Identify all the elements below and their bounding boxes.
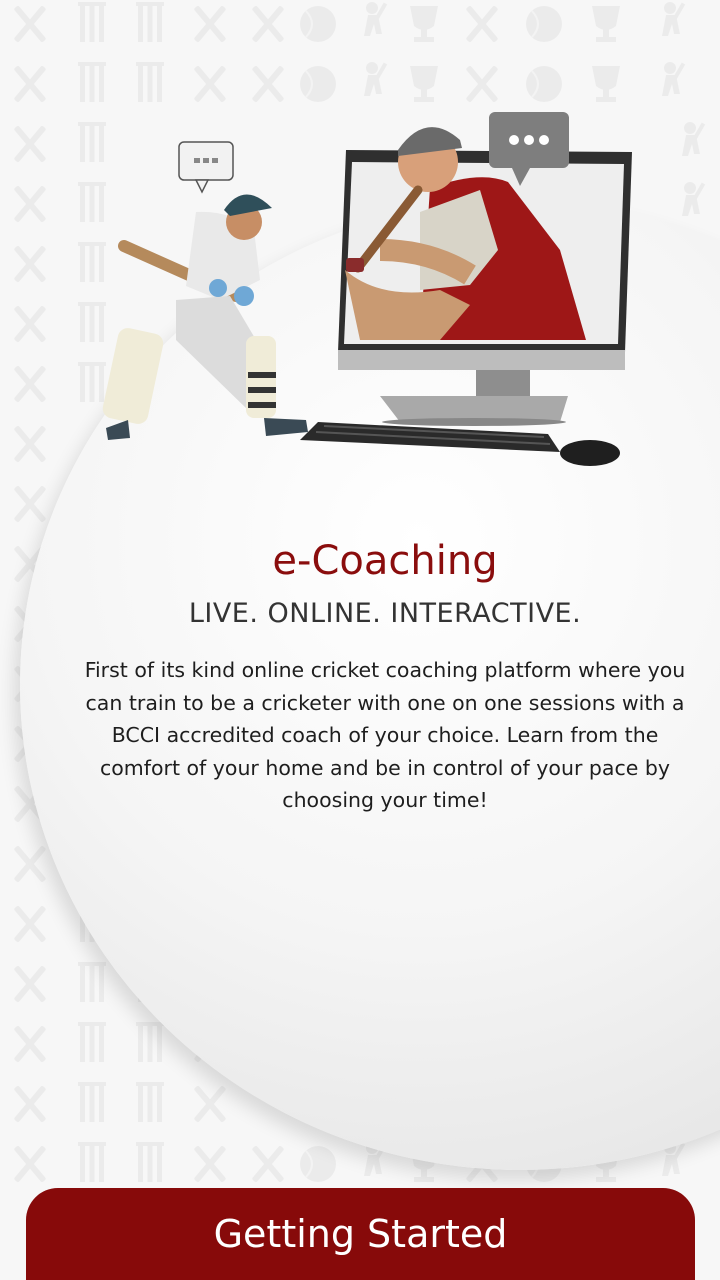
page-description: First of its kind online cricket coachin…	[84, 658, 686, 812]
keyboard-illustration	[300, 422, 560, 452]
page-subtitle: LIVE. ONLINE. INTERACTIVE.	[188, 598, 582, 629]
ecoaching-illustration	[102, 112, 632, 466]
onboarding-screen: e-Coaching LIVE. ONLINE. INTERACTIVE. Fi…	[0, 0, 720, 1280]
batsman-illustration	[102, 194, 308, 440]
page-title: e-Coaching	[272, 538, 498, 584]
getting-started-button[interactable]: Getting Started	[26, 1188, 695, 1280]
mouse-illustration	[560, 440, 620, 466]
getting-started-label: Getting Started	[213, 1212, 508, 1256]
speech-bubble-batsman	[178, 141, 234, 194]
